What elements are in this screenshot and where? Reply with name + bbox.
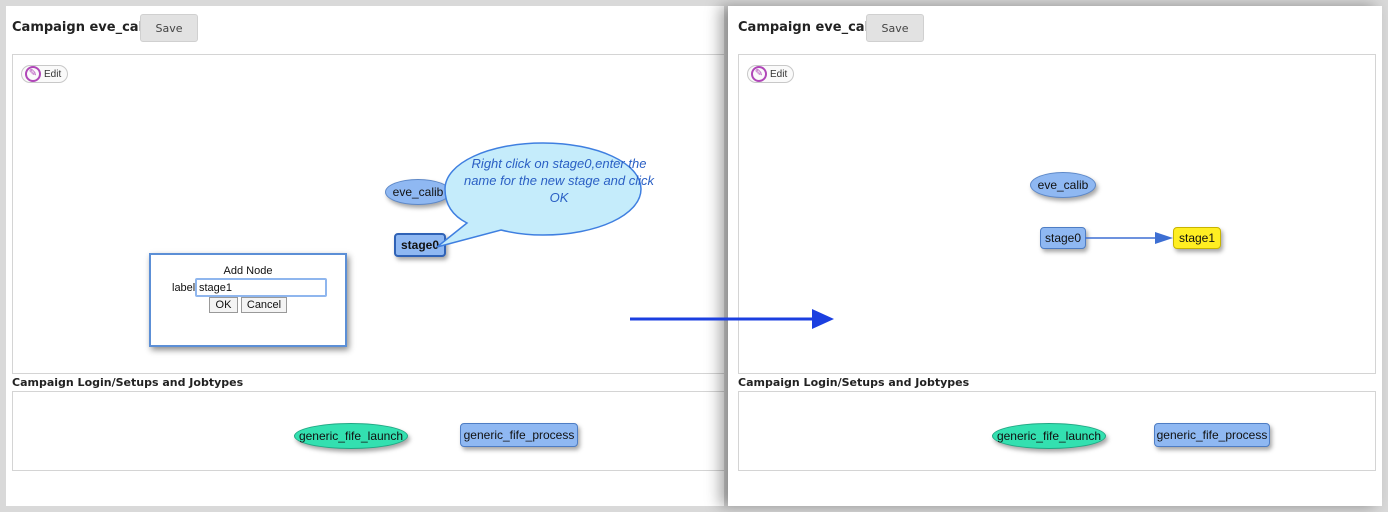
jobtype-process[interactable]: generic_fife_process [1154, 423, 1270, 447]
pencil-icon: ✎ [25, 66, 41, 82]
callout-text: Right click on stage0,enter the name for… [463, 156, 655, 205]
edit-label: Edit [44, 68, 62, 80]
dialog-title: Add Node [223, 265, 273, 277]
pencil-icon: ✎ [751, 66, 767, 82]
jobtypes-graph[interactable]: generic_fife_launch generic_fife_process [12, 391, 724, 471]
add-node-dialog: Add Node label OK Cancel [149, 253, 347, 347]
edit-button[interactable]: ✎ Edit [21, 65, 69, 83]
jobtype-process[interactable]: generic_fife_process [460, 423, 578, 447]
save-button[interactable]: Save [866, 14, 924, 42]
ok-button[interactable]: OK [209, 297, 238, 313]
stage-graph[interactable]: ✎ Edit eve_calib stage0 Right click on s… [12, 54, 724, 374]
cancel-button[interactable]: Cancel [241, 297, 287, 313]
campaign-title: Campaign eve_calib [738, 20, 883, 35]
left-panel: Campaign eve_calib Save ✎ Edit eve_calib… [6, 6, 724, 506]
node-stage1[interactable]: stage1 [1173, 227, 1221, 249]
flow-arrow-head [812, 309, 834, 329]
edit-label: Edit [770, 68, 788, 80]
dialog-label: label [172, 282, 196, 294]
node-eve-calib[interactable]: eve_calib [1030, 172, 1096, 198]
edge-arrowhead [1155, 232, 1173, 244]
node-label-input[interactable] [195, 278, 327, 297]
right-panel: Campaign eve_calib Save ✎ Edit eve_calib… [728, 6, 1382, 506]
jobtypes-section-title: Campaign Login/Setups and Jobtypes [12, 376, 244, 389]
jobtype-launch[interactable]: generic_fife_launch [992, 423, 1106, 449]
save-button[interactable]: Save [140, 14, 198, 42]
campaign-title: Campaign eve_calib [12, 20, 157, 35]
jobtype-launch[interactable]: generic_fife_launch [294, 423, 408, 449]
edge-stage0-stage1 [1085, 232, 1173, 244]
instruction-callout: Right click on stage0,enter the name for… [436, 141, 654, 248]
node-stage0[interactable]: stage0 [1040, 227, 1086, 249]
flow-arrow [630, 309, 834, 329]
jobtypes-graph[interactable]: generic_fife_launch generic_fife_process [738, 391, 1376, 471]
jobtypes-section-title: Campaign Login/Setups and Jobtypes [738, 376, 970, 389]
edit-button[interactable]: ✎ Edit [747, 65, 795, 83]
